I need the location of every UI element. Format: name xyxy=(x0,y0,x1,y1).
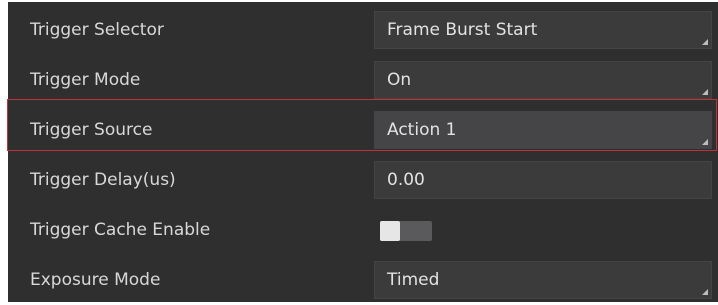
trigger-source-dropdown[interactable]: Action 1 xyxy=(374,111,712,149)
trigger-mode-value: On xyxy=(387,70,412,90)
exposure-mode-dropdown[interactable]: Timed xyxy=(374,261,712,299)
exposure-mode-label: Exposure Mode xyxy=(30,270,161,290)
dropdown-corner-icon xyxy=(702,139,708,145)
trigger-cache-enable-label: Trigger Cache Enable xyxy=(30,220,211,240)
row-trigger-cache-enable: Trigger Cache Enable xyxy=(8,205,718,255)
dropdown-corner-icon xyxy=(702,89,708,95)
dropdown-corner-icon xyxy=(702,39,708,45)
trigger-selector-dropdown[interactable]: Frame Burst Start xyxy=(374,11,712,49)
toggle-knob[interactable] xyxy=(380,221,400,241)
row-trigger-mode: Trigger Mode On xyxy=(8,55,718,105)
trigger-mode-dropdown[interactable]: On xyxy=(374,61,712,99)
row-trigger-source: Trigger Source Action 1 xyxy=(8,105,718,155)
trigger-selector-value: Frame Burst Start xyxy=(387,20,538,40)
row-trigger-selector: Trigger Selector Frame Burst Start xyxy=(8,5,718,55)
trigger-source-value: Action 1 xyxy=(387,120,457,140)
trigger-delay-label: Trigger Delay(us) xyxy=(30,170,176,190)
camera-parameter-panel: Trigger Selector Frame Burst Start Trigg… xyxy=(8,2,718,302)
row-exposure-mode: Exposure Mode Timed xyxy=(8,255,718,305)
row-trigger-delay: Trigger Delay(us) 0.00 xyxy=(8,155,718,205)
trigger-cache-enable-toggle[interactable] xyxy=(380,221,432,241)
dropdown-corner-icon xyxy=(702,289,708,295)
trigger-source-label: Trigger Source xyxy=(30,120,153,140)
trigger-mode-label: Trigger Mode xyxy=(30,70,141,90)
trigger-delay-value: 0.00 xyxy=(387,170,425,190)
trigger-selector-label: Trigger Selector xyxy=(30,20,164,40)
exposure-mode-value: Timed xyxy=(387,270,440,290)
trigger-delay-input[interactable]: 0.00 xyxy=(374,161,712,199)
